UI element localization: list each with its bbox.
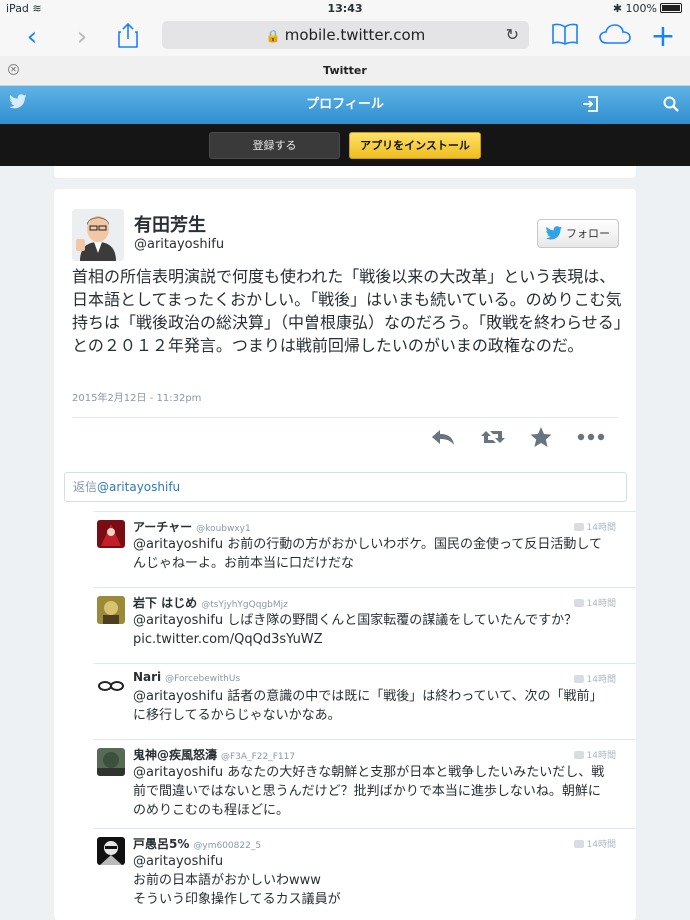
speech-bubble-icon (573, 751, 584, 759)
reply-handle: @koubwxy1 (196, 524, 251, 534)
author-name[interactable]: 有田芳生 (134, 211, 206, 237)
reply-time: 14時間 (573, 837, 616, 850)
reply-author-name: 鬼神@疾風怒濤 (133, 748, 218, 762)
reply-author[interactable]: Nari @ForcebewithUs (133, 670, 240, 684)
back-icon[interactable]: ‹ (18, 22, 46, 52)
avatar[interactable] (97, 748, 125, 776)
avatar[interactable] (72, 209, 124, 261)
favorite-icon[interactable] (528, 425, 554, 449)
reply-list: アーチャー @koubwxy1 14時間 @aritayoshifu お前の行動の… (54, 511, 636, 918)
reply-text-line: @aritayoshifu (133, 854, 224, 869)
battery-icon (660, 3, 682, 13)
browser-toolbar: ‹ › 🔒 mobile.twitter.com ↻ + (0, 18, 690, 56)
tweet-text: 首相の所信表明演説で何度も使われた「戦後以来の大改革」という表現は、日本語として… (72, 267, 622, 355)
tab-bar: ✕ Twitter (0, 56, 690, 86)
reply-author-name: アーチャー (133, 520, 193, 534)
author-handle[interactable]: @aritayoshifu (134, 237, 224, 252)
speech-bubble-icon (573, 523, 584, 531)
reply-text: @aritayoshifu お前の行動の方がおかしいわボケ。国民の金使って反日活… (133, 537, 602, 571)
reply-time: 14時間 (573, 672, 616, 685)
reply-author[interactable]: 戸愚呂5% @ym600822_5 (133, 835, 261, 852)
reply-text: @aritayoshifu お前の日本語がおかしいわwww そういう印象操作して… (133, 852, 613, 909)
divider (72, 417, 618, 418)
reply-prefix: 返信 (73, 480, 98, 494)
install-app-button[interactable]: アプリをインストール (349, 132, 481, 159)
speech-bubble-icon (573, 675, 584, 683)
reply-author[interactable]: アーチャー @koubwxy1 (133, 518, 251, 535)
reply-author-name: Nari (133, 670, 162, 684)
twitter-bird-icon[interactable] (8, 94, 28, 115)
bluetooth-icon: ✱ (612, 2, 623, 15)
reply-text-line: お前の日本語がおかしいわwww (133, 873, 321, 888)
reply-handle: @ym600822_5 (193, 841, 262, 851)
lock-icon: 🔒 (265, 29, 281, 43)
avatar[interactable] (97, 520, 125, 548)
bookmarks-icon[interactable] (551, 22, 579, 52)
reply-time: 14時間 (573, 596, 616, 609)
avatar[interactable] (97, 596, 125, 624)
reply-author[interactable]: 岩下 はじめ @tsYjyhYgQqgbMjz (133, 594, 288, 611)
avatar[interactable] (97, 672, 125, 700)
reply-time: 14時間 (573, 520, 616, 533)
photo-icon (573, 599, 584, 607)
register-button[interactable]: 登録する (209, 132, 340, 159)
list-item[interactable]: アーチャー @koubwxy1 14時間 @aritayoshifu お前の行動の… (94, 511, 636, 587)
list-item[interactable]: 戸愚呂5% @ym600822_5 14時間 @aritayoshifu お前の日… (94, 828, 636, 918)
sign-in-icon[interactable] (582, 96, 598, 112)
reply-handle: @F3A_F22_F117 (221, 752, 296, 762)
clock: 13:43 (327, 2, 363, 15)
reply-input[interactable]: 返信@aritayoshifu (64, 472, 627, 502)
url-text: mobile.twitter.com (284, 26, 426, 44)
reply-time: 14時間 (573, 748, 616, 761)
reply-author-name: 岩下 はじめ (133, 596, 198, 610)
reply-text: @aritayoshifu あなたの大好きな朝鮮と支那が日本と戦争したいみたいだ… (133, 765, 605, 818)
new-tab-icon[interactable]: + (648, 22, 678, 52)
previous-tweet-card (54, 166, 636, 178)
reply-author-name: 戸愚呂5% (133, 837, 190, 851)
signup-bar: 登録する アプリをインストール (0, 124, 690, 166)
reply-handle: @tsYjyhYgQqgbMjz (201, 600, 288, 610)
close-tab-icon[interactable]: ✕ (8, 64, 19, 75)
tweet-card: 有田芳生 @aritayoshifu フォロー 首相の所信表明演説で何度も使われ… (54, 189, 636, 920)
reply-text-line: そういう印象操作してるカス議員が (133, 892, 341, 907)
twitter-bird-icon (545, 226, 563, 240)
speech-bubble-icon (573, 840, 584, 848)
reply-text: @aritayoshifu しばき隊の野間くんと国家転覆の謀議をしていたんですか… (133, 613, 578, 647)
tweet-timestamp[interactable]: 2015年2月12日 - 11:32pm (72, 389, 201, 404)
reply-text: @aritayoshifu 話者の意識の中では既に「戦後」は終わっていて、次の「… (133, 689, 603, 723)
follow-label: フォロー (566, 227, 610, 240)
retweet-icon[interactable] (480, 425, 506, 449)
reply-mention: @aritayoshifu (97, 480, 181, 494)
list-item[interactable]: 鬼神@疾風怒濤 @F3A_F22_F117 14時間 @aritayoshifu … (94, 739, 636, 828)
reply-handle: @ForcebewithUs (165, 674, 241, 684)
forward-icon[interactable]: › (68, 22, 96, 52)
avatar[interactable] (97, 837, 125, 865)
reply-author[interactable]: 鬼神@疾風怒濤 @F3A_F22_F117 (133, 746, 295, 763)
follow-button[interactable]: フォロー (537, 219, 619, 248)
tab-title[interactable]: Twitter (0, 56, 690, 86)
share-icon[interactable] (116, 22, 140, 52)
search-icon[interactable] (663, 96, 679, 112)
list-item[interactable]: Nari @ForcebewithUs 14時間 @aritayoshifu 話者… (94, 663, 636, 739)
list-item[interactable]: 岩下 はじめ @tsYjyhYgQqgbMjz 14時間 @aritayoshif… (94, 587, 636, 663)
twitter-header: プロフィール (0, 86, 690, 124)
status-bar: iPad ≋ 13:43 ✱ 100% (0, 0, 690, 18)
reload-icon[interactable]: ↻ (506, 21, 519, 49)
address-bar[interactable]: 🔒 mobile.twitter.com ↻ (162, 21, 529, 49)
reply-icon[interactable] (430, 425, 456, 449)
battery-status: ✱ 100% (613, 2, 682, 15)
icloud-tabs-icon[interactable] (598, 22, 632, 52)
more-icon[interactable] (576, 425, 606, 449)
